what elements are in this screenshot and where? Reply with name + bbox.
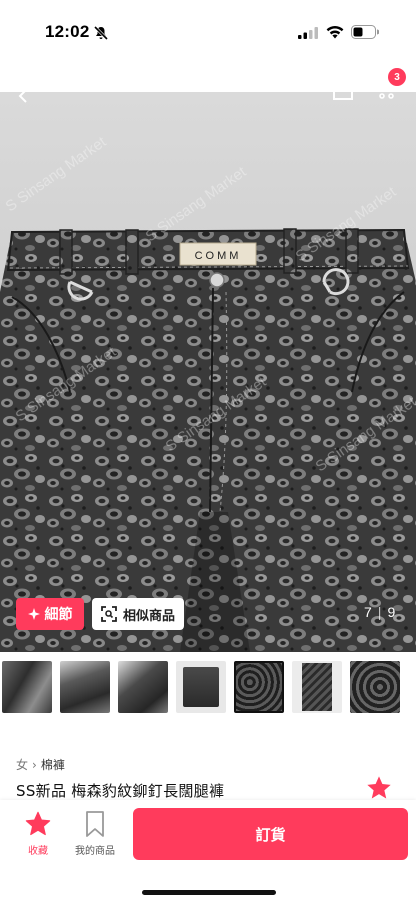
order-button[interactable]: 訂貨 <box>133 808 408 860</box>
favorite-label: 收藏 <box>28 846 48 857</box>
chevron-right-icon: › <box>32 757 37 772</box>
thumb-5[interactable] <box>234 661 284 713</box>
star-icon[interactable] <box>364 774 394 802</box>
detail-button-label: 細節 <box>44 607 73 623</box>
image-total-count: 9 <box>387 604 396 620</box>
waist-label-text: COMM <box>195 250 242 262</box>
product-image-carousel[interactable]: S Sinsang Market S Sinsang Market S Sins… <box>0 92 416 652</box>
image-search-icon <box>101 606 117 622</box>
breadcrumb: 女 › 棉褲 <box>16 756 65 773</box>
thumb-4[interactable] <box>176 661 226 713</box>
mute-icon <box>93 25 109 41</box>
bookmark-icon <box>86 811 104 837</box>
bottom-action-bar: 收藏 我的商品 訂貨 <box>0 800 416 904</box>
back-icon[interactable] <box>16 92 32 104</box>
image-current-index: 7 <box>364 604 372 620</box>
signal-icon <box>298 27 318 39</box>
favorite-star-icon <box>25 811 51 836</box>
detail-button[interactable]: 細節 <box>16 598 84 630</box>
cart-icon[interactable] <box>376 92 396 100</box>
home-indicator <box>142 890 276 895</box>
thumb-1[interactable] <box>2 661 52 713</box>
thumb-6[interactable] <box>292 661 342 713</box>
wifi-icon <box>326 26 344 39</box>
breadcrumb-item-category[interactable]: 棉褲 <box>41 756 65 773</box>
my-items-label: 我的商品 <box>75 846 115 857</box>
thumbnail-strip <box>0 661 416 717</box>
similar-items-button[interactable]: 相似商品 <box>92 598 184 630</box>
similar-items-label: 相似商品 <box>122 608 175 624</box>
status-bar: 12:02 <box>0 0 416 92</box>
favorite-button[interactable]: 收藏 <box>18 810 58 860</box>
product-photo: S Sinsang Market S Sinsang Market S Sins… <box>0 92 416 652</box>
thumb-2[interactable] <box>60 661 110 713</box>
status-time: 12:02 <box>45 22 90 41</box>
battery-icon <box>351 25 379 39</box>
my-items-button[interactable]: 我的商品 <box>72 810 118 860</box>
cart-count-badge: 3 <box>388 68 406 86</box>
sparkle-icon <box>27 608 40 620</box>
image-counter: 7 | 9 <box>364 604 396 620</box>
breadcrumb-item-women[interactable]: 女 <box>16 756 28 773</box>
share-icon[interactable] <box>333 92 353 100</box>
thumb-3[interactable] <box>118 661 168 713</box>
thumb-7[interactable] <box>350 661 400 713</box>
product-title: SS新品 梅森豹紋鉚釘長闊腿褲 <box>16 782 225 800</box>
